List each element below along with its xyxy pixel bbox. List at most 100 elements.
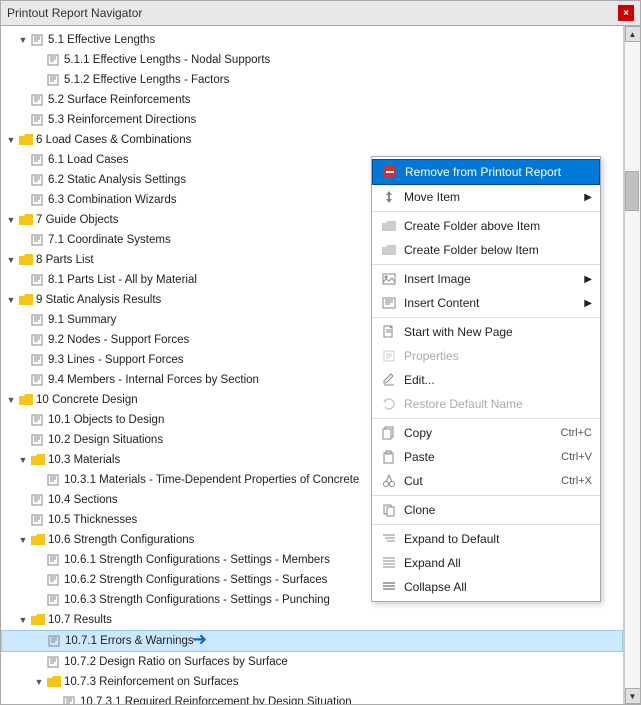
- ctx-folder-above-label: Create Folder above Item: [404, 219, 540, 233]
- tree-item[interactable]: 10.7.3.1 Required Reinforcement by Desig…: [1, 692, 623, 704]
- ctx-new-page-label: Start with New Page: [404, 325, 513, 339]
- scroll-up-button[interactable]: ▲: [625, 26, 641, 42]
- doc-icon: [31, 114, 45, 126]
- ctx-edit-item[interactable]: Edit...: [372, 368, 600, 392]
- cut-shortcut: Ctrl+X: [541, 475, 592, 487]
- tree-item-label: 6 Load Cases & Combinations: [36, 131, 191, 149]
- expand-icon: ▼: [17, 534, 29, 546]
- ctx-move-item[interactable]: Move Item ▶: [372, 185, 600, 209]
- expand-icon: ▼: [17, 614, 29, 626]
- doc-icon: [31, 334, 45, 346]
- edit-icon: [380, 372, 398, 388]
- tree-item-label: 5.2 Surface Reinforcements: [48, 91, 191, 109]
- scroll-thumb[interactable]: [625, 171, 639, 211]
- ctx-collapse-all-item[interactable]: Collapse All: [372, 575, 600, 599]
- tree-item-label: 10 Concrete Design: [36, 391, 138, 409]
- spacer-icon: [17, 334, 29, 346]
- tree-item-label: 8.1 Parts List - All by Material: [48, 271, 197, 289]
- doc-icon: [31, 154, 45, 166]
- scrollbar[interactable]: ▲ ▼: [624, 26, 640, 704]
- folder-icon: [47, 676, 61, 688]
- tree-item-label: 10.6.3 Strength Configurations - Setting…: [64, 591, 330, 609]
- doc-icon: [47, 594, 61, 606]
- tree-item[interactable]: 5.3 Reinforcement Directions: [1, 110, 623, 130]
- selected-tree-item[interactable]: 10.7.1 Errors & Warnings ➜: [1, 630, 623, 652]
- tree-item[interactable]: 5.2 Surface Reinforcements: [1, 90, 623, 110]
- tree-item-label: 10.7.3 Reinforcement on Surfaces: [64, 673, 239, 691]
- ctx-cut-item[interactable]: Cut Ctrl+X: [372, 469, 600, 493]
- ctx-insert-image-item[interactable]: Insert Image ▶: [372, 267, 600, 291]
- ctx-insert-content-label: Insert Content: [404, 296, 479, 310]
- remove-icon: [381, 164, 399, 180]
- tree-item-label: 10.5 Thicknesses: [48, 511, 137, 529]
- doc-icon: [47, 54, 61, 66]
- doc-icon: [31, 494, 45, 506]
- folder-icon: [31, 534, 45, 546]
- tree-item-label: 6.1 Load Cases: [48, 151, 129, 169]
- scroll-track[interactable]: [625, 42, 641, 688]
- collapse-all-icon: [380, 579, 398, 595]
- tree-item-label: 10.7.2 Design Ratio on Surfaces by Surfa…: [64, 653, 288, 671]
- ctx-folder-below-item[interactable]: Create Folder below Item: [372, 238, 600, 262]
- ctx-separator: [372, 524, 600, 525]
- spacer-icon: [17, 194, 29, 206]
- tree-item[interactable]: ▼ 5.1 Effective Lengths: [1, 30, 623, 50]
- ctx-separator: [372, 317, 600, 318]
- spacer-icon: [17, 514, 29, 526]
- spacer-icon: [17, 314, 29, 326]
- ctx-expand-all-item[interactable]: Expand All: [372, 551, 600, 575]
- spacer-icon: [33, 554, 45, 566]
- ctx-expand-all-label: Expand All: [404, 556, 461, 570]
- ctx-insert-content-item[interactable]: Insert Content ▶: [372, 291, 600, 315]
- clone-icon: [380, 502, 398, 518]
- ctx-paste-item[interactable]: Paste Ctrl+V: [372, 445, 600, 469]
- tree-item-label: 10.4 Sections: [48, 491, 118, 509]
- move-icon: [380, 189, 398, 205]
- window-title: Printout Report Navigator: [7, 6, 142, 20]
- submenu-arrow: ▶: [584, 298, 592, 309]
- ctx-remove-item[interactable]: Remove from Printout Report: [372, 159, 600, 185]
- ctx-properties-item[interactable]: Properties: [372, 344, 600, 368]
- scroll-down-button[interactable]: ▼: [625, 688, 641, 704]
- ctx-clone-item[interactable]: Clone: [372, 498, 600, 522]
- expand-default-icon: [380, 531, 398, 547]
- ctx-folder-above-item[interactable]: Create Folder above Item: [372, 214, 600, 238]
- ctx-separator: [372, 211, 600, 212]
- doc-icon: [31, 34, 45, 46]
- tree-item-label: 9.1 Summary: [48, 311, 116, 329]
- folder-icon: [19, 214, 33, 226]
- tree-item[interactable]: ▼ 10.7 Results: [1, 610, 623, 630]
- spacer-icon: [17, 354, 29, 366]
- folder-icon: [31, 454, 45, 466]
- close-button[interactable]: ×: [618, 5, 634, 21]
- submenu-arrow: ▶: [584, 192, 592, 203]
- tree-item[interactable]: 5.1.2 Effective Lengths - Factors: [1, 70, 623, 90]
- content-icon: [380, 295, 398, 311]
- ctx-new-page-item[interactable]: Start with New Page: [372, 320, 600, 344]
- ctx-edit-label: Edit...: [404, 373, 435, 387]
- ctx-move-label: Move Item: [404, 190, 460, 204]
- spacer-icon: [33, 74, 45, 86]
- tree-item[interactable]: 5.1.1 Effective Lengths - Nodal Supports: [1, 50, 623, 70]
- tree-item-label: 7 Guide Objects: [36, 211, 118, 229]
- doc-icon: [31, 354, 45, 366]
- tree-item[interactable]: ▼ 6 Load Cases & Combinations: [1, 130, 623, 150]
- doc-icon: [31, 414, 45, 426]
- ctx-paste-label: Paste: [404, 450, 435, 464]
- ctx-copy-item[interactable]: Copy Ctrl+C: [372, 421, 600, 445]
- tree-item-label: 5.3 Reinforcement Directions: [48, 111, 196, 129]
- ctx-insert-image-label: Insert Image: [404, 272, 471, 286]
- tree-item-label: 9 Static Analysis Results: [36, 291, 161, 309]
- ctx-expand-default-item[interactable]: Expand to Default: [372, 527, 600, 551]
- folder-icon: [19, 134, 33, 146]
- folder-below-icon: [380, 242, 398, 258]
- ctx-folder-below-label: Create Folder below Item: [404, 243, 539, 257]
- doc-icon: [31, 374, 45, 386]
- ctx-restore-item[interactable]: Restore Default Name: [372, 392, 600, 416]
- ctx-clone-label: Clone: [404, 503, 435, 517]
- title-bar: Printout Report Navigator ×: [1, 1, 640, 26]
- properties-icon: [380, 348, 398, 364]
- tree-item[interactable]: 10.7.2 Design Ratio on Surfaces by Surfa…: [1, 652, 623, 672]
- tree-item[interactable]: ▼ 10.7.3 Reinforcement on Surfaces: [1, 672, 623, 692]
- submenu-arrow: ▶: [584, 274, 592, 285]
